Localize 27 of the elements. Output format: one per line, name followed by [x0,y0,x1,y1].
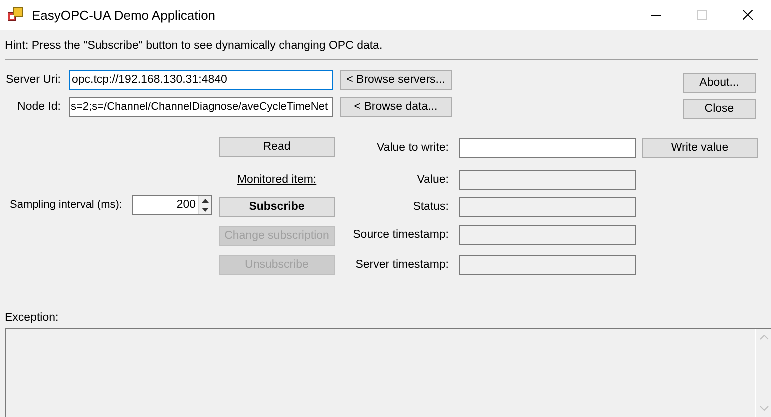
number-spinner[interactable]: 200 [132,195,212,215]
down-arrow-icon[interactable] [202,208,208,212]
exception-label: Exception: [5,311,60,325]
close-button[interactable]: Close [683,99,756,119]
field-label: Server Uri: [5,73,61,87]
browse-button[interactable]: < Browse servers... [340,70,452,90]
up-arrow-icon[interactable] [202,198,208,202]
close-icon[interactable] [743,10,753,20]
field-label: Status: [412,200,449,214]
field-label: Server timestamp: [354,258,449,272]
field-label: Node Id: [16,100,61,114]
hint-text: Hint: Press the "Subscribe" button to see dynamically changing OPC data. [5,39,384,54]
write-value-button[interactable]: Write value [642,138,758,158]
sampling-interval-label: Sampling interval (ms): [10,198,124,212]
monitored-item-label: Monitored item: [237,173,317,187]
about-button[interactable]: About... [683,73,756,93]
window-title: EasyOPC-UA Demo Application [32,8,216,22]
browse-button[interactable]: < Browse data... [340,97,452,117]
input-field[interactable]: s=2;s=/Channel/ChannelDiagnose/aveCycleTimeNet [69,97,333,117]
app-icon [8,7,24,23]
field-label: Source timestamp: [352,228,449,242]
field-label: Value: [416,173,449,187]
input-field[interactable] [459,138,636,158]
subscription-button[interactable]: Subscribe [219,197,335,217]
read-button[interactable]: Read [219,137,335,157]
input-field[interactable]: opc.tcp://192.168.130.31:4840 [69,70,333,90]
field-label: Value to write: [376,141,449,155]
